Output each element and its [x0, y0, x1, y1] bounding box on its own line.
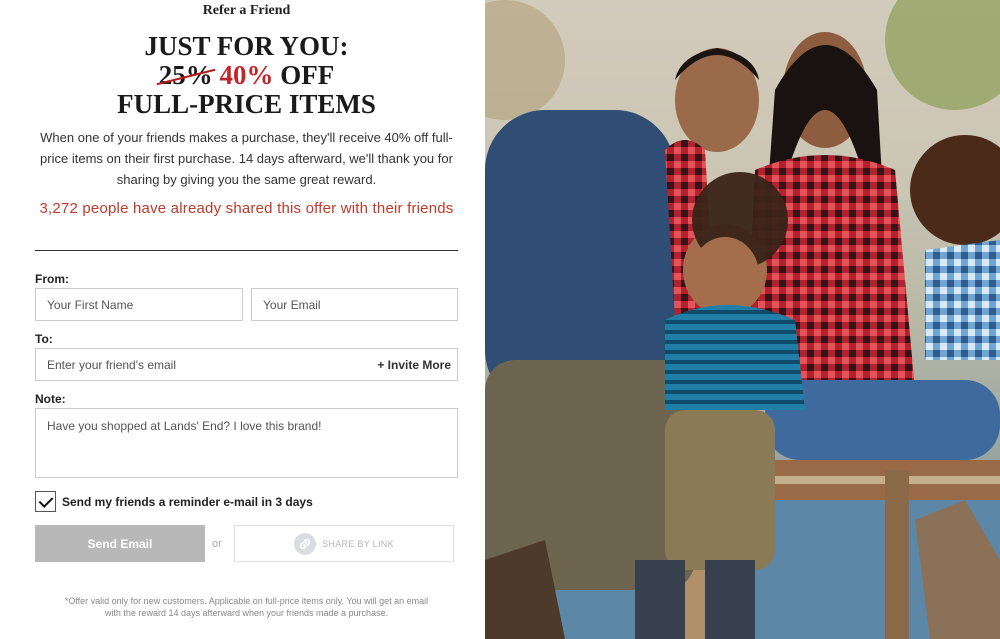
- family-photo: [485, 0, 1000, 639]
- reminder-option[interactable]: Send my friends a reminder e-mail in 3 d…: [35, 491, 313, 512]
- link-icon: [294, 532, 317, 555]
- modal-title: Refer a Friend: [202, 3, 291, 18]
- friend-email-input[interactable]: Enter your friend's email + Invite More: [35, 348, 458, 381]
- friend-email-placeholder: Enter your friend's email: [47, 357, 177, 372]
- refer-panel: Refer a Friend JUST FOR YOU: 25% 40% OFF…: [0, 0, 485, 639]
- offer-disclaimer: *Offer valid only for new customers. App…: [64, 596, 429, 618]
- family-photo-illustration: [485, 0, 1000, 639]
- reminder-checkbox[interactable]: [35, 491, 56, 512]
- new-discount: 40%: [219, 60, 274, 90]
- headline-line1: JUST FOR YOU:: [144, 31, 349, 61]
- offer-headline: JUST FOR YOU: 25% 40% OFF FULL-PRICE ITE…: [0, 32, 493, 119]
- old-discount: 25%: [158, 60, 213, 90]
- offer-description: When one of your friends makes a purchas…: [40, 130, 453, 187]
- share-by-link-label: SHARE BY LINK: [322, 538, 394, 549]
- send-email-button[interactable]: Send Email: [35, 525, 205, 562]
- note-text: Have you shopped at Lands' End? I love t…: [47, 419, 322, 433]
- or-separator: or: [212, 538, 222, 550]
- shared-count: 3,272 people have already shared this of…: [39, 200, 454, 217]
- note-label: Note:: [35, 392, 66, 406]
- first-name-input[interactable]: Your First Name: [35, 288, 243, 321]
- from-label: From:: [35, 272, 69, 286]
- headline-off: OFF: [280, 60, 335, 90]
- first-name-placeholder: Your First Name: [47, 297, 134, 312]
- note-textarea[interactable]: Have you shopped at Lands' End? I love t…: [35, 408, 458, 478]
- invite-more-link[interactable]: + Invite More: [377, 349, 451, 380]
- reminder-label: Send my friends a reminder e-mail in 3 d…: [62, 494, 313, 509]
- your-email-placeholder: Your Email: [263, 297, 321, 312]
- headline-line3: FULL-PRICE ITEMS: [117, 89, 376, 119]
- to-label: To:: [35, 332, 53, 346]
- your-email-input[interactable]: Your Email: [251, 288, 458, 321]
- share-by-link-button[interactable]: SHARE BY LINK: [234, 525, 454, 562]
- headline-line2: 25% 40% OFF: [0, 61, 493, 90]
- divider: [35, 250, 458, 251]
